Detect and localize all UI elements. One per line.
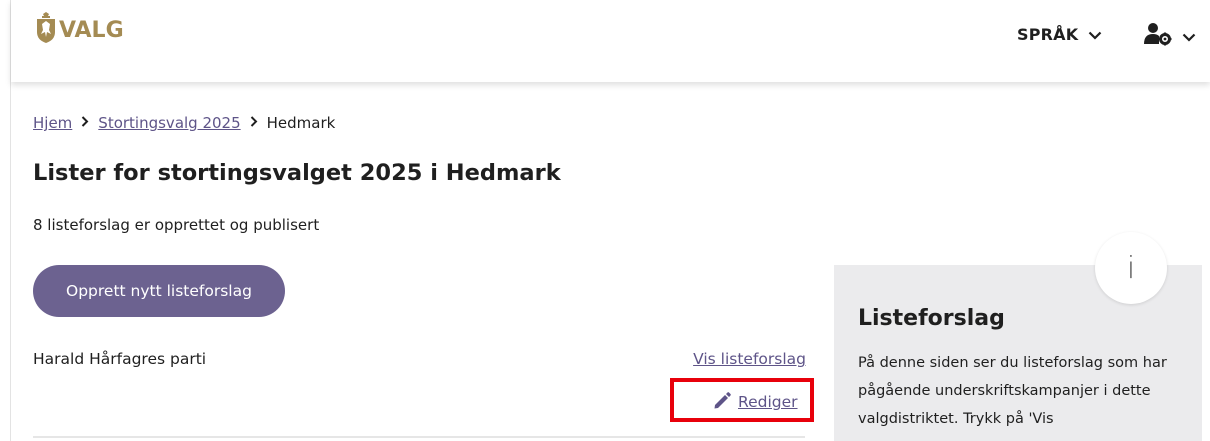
edit-label: Rediger bbox=[738, 393, 798, 411]
top-header: VALG SPRÅK bbox=[11, 0, 1210, 82]
chevron-right-icon bbox=[250, 115, 258, 131]
info-panel-title: Listeforslag bbox=[858, 306, 1005, 331]
create-list-button[interactable]: Opprett nytt listeforslag bbox=[33, 265, 285, 317]
edit-list-link[interactable]: Rediger bbox=[712, 391, 798, 413]
info-icon-glyph: i bbox=[1126, 250, 1136, 286]
breadcrumb-home-link[interactable]: Hjem bbox=[33, 114, 72, 132]
user-settings-icon bbox=[1144, 22, 1172, 50]
breadcrumb: Hjem Stortingsvalg 2025 Hedmark bbox=[33, 114, 335, 132]
chevron-down-icon bbox=[1182, 27, 1196, 46]
chevron-down-icon bbox=[1088, 25, 1102, 44]
view-list-link[interactable]: Vis listeforslag bbox=[693, 350, 806, 368]
coat-of-arms-icon bbox=[35, 12, 57, 48]
party-name: Harald Hårfagres parti bbox=[33, 350, 207, 368]
language-label: SPRÅK bbox=[1017, 25, 1079, 44]
list-count-status: 8 listeforslag er opprettet og publisert bbox=[33, 216, 320, 234]
pencil-icon bbox=[712, 391, 732, 413]
valg-logo[interactable]: VALG bbox=[35, 12, 124, 48]
breadcrumb-election-link[interactable]: Stortingsvalg 2025 bbox=[98, 114, 240, 132]
page: VALG SPRÅK Hjem Stortingsvalg 2025 Hedma… bbox=[0, 0, 1210, 441]
list-divider bbox=[33, 436, 805, 438]
language-menu[interactable]: SPRÅK bbox=[1017, 25, 1102, 44]
chevron-right-icon bbox=[81, 115, 89, 131]
user-menu[interactable] bbox=[1144, 22, 1196, 50]
info-panel-text: På denne siden ser du listeforslag som h… bbox=[858, 355, 1167, 427]
page-title: Lister for stortingsvalget 2025 i Hedmar… bbox=[33, 160, 561, 186]
breadcrumb-current: Hedmark bbox=[266, 114, 336, 132]
info-icon: i bbox=[1095, 232, 1167, 304]
logo-text: VALG bbox=[59, 18, 124, 43]
